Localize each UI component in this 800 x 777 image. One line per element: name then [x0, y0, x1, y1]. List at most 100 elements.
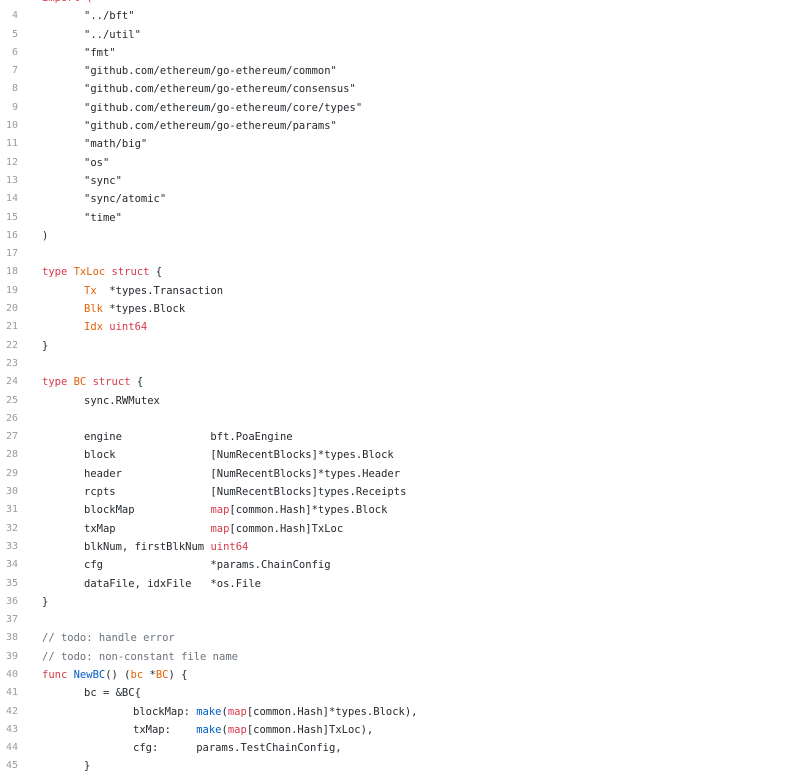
- code-line[interactable]: 43 txMap: make(map[common.Hash]TxLoc),: [0, 721, 800, 739]
- code-token: "github.com/ethereum/go-ethereum/params": [84, 120, 337, 133]
- code-line[interactable]: 28 block [NumRecentBlocks]*types.Block: [0, 446, 800, 464]
- code-token: struct: [86, 376, 131, 389]
- code-text: Tx *types.Transaction: [42, 282, 800, 300]
- code-token: () (: [105, 668, 131, 681]
- code-line[interactable]: 34 cfg *params.ChainConfig: [0, 556, 800, 574]
- line-number: 43: [5, 723, 18, 735]
- code-line[interactable]: 23: [0, 355, 800, 373]
- code-text: cfg: params.TestChainConfig,: [42, 739, 800, 757]
- line-number: 29: [5, 467, 18, 479]
- code-token: [common.Hash]TxLoc: [229, 522, 344, 535]
- code-line[interactable]: 20 Blk *types.Block: [0, 300, 800, 318]
- code-line[interactable]: 18 type TxLoc struct {: [0, 263, 800, 281]
- code-line[interactable]: 30 rcpts [NumRecentBlocks]types.Receipts: [0, 483, 800, 501]
- line-number: 27: [5, 431, 18, 443]
- code-line[interactable]: 31 blockMap map[common.Hash]*types.Block: [0, 501, 800, 519]
- line-number: 42: [5, 705, 18, 717]
- code-token: *types.Block: [102, 303, 186, 316]
- code-line[interactable]: 41 bc = &BC{: [0, 684, 800, 702]
- line-number: 19: [5, 284, 18, 296]
- line-number: 40: [5, 668, 18, 680]
- line-number: 31: [5, 504, 18, 516]
- code-line[interactable]: 33 blkNum, firstBlkNum uint64: [0, 538, 800, 556]
- code-text: ): [42, 227, 800, 245]
- code-token: // todo: non-constant file name: [42, 650, 238, 663]
- code-line[interactable]: 29 header [NumRecentBlocks]*types.Header: [0, 465, 800, 483]
- code-text: func NewBC() (bc *BC) {: [42, 666, 800, 684]
- code-line[interactable]: 25 sync.RWMutex: [0, 392, 800, 410]
- code-token: "../util": [84, 28, 141, 41]
- code-token: *: [143, 668, 156, 681]
- code-line[interactable]: 32 txMap map[common.Hash]TxLoc: [0, 520, 800, 538]
- code-token: BC: [155, 668, 169, 681]
- code-line[interactable]: 44 cfg: params.TestChainConfig,: [0, 739, 800, 757]
- code-line[interactable]: 10 "github.com/ethereum/go-ethereum/param…: [0, 117, 800, 135]
- code-text: // todo: non-constant file name: [42, 648, 800, 666]
- line-number: 18: [5, 266, 18, 278]
- code-line[interactable]: 22}: [0, 337, 800, 355]
- line-number: 34: [5, 559, 18, 571]
- line-number: 11: [5, 138, 18, 150]
- code-token: "sync/atomic": [84, 193, 167, 206]
- code-line[interactable]: 42 blockMap: make(map[common.Hash]*types.…: [0, 703, 800, 721]
- line-number: 33: [5, 540, 18, 552]
- code-line[interactable]: 3 import (: [0, 0, 800, 7]
- code-line[interactable]: 4 "../bft": [0, 7, 800, 25]
- line-number: 45: [5, 760, 18, 772]
- line-number: 7: [11, 65, 18, 77]
- code-line[interactable]: 35 dataFile, idxFile *os.File: [0, 575, 800, 593]
- code-line[interactable]: 13 "sync": [0, 172, 800, 190]
- code-token: engine bft.PoaEngine: [84, 431, 293, 444]
- code-line[interactable]: 14 "sync/atomic": [0, 190, 800, 208]
- code-line[interactable]: 12 "os": [0, 154, 800, 172]
- code-line[interactable]: 38 // todo: handle error: [0, 629, 800, 647]
- code-text: "os": [42, 154, 800, 172]
- code-text: "github.com/ethereum/go-ethereum/common": [42, 62, 800, 80]
- line-number: 15: [5, 211, 18, 223]
- code-line[interactable]: 15 "time": [0, 209, 800, 227]
- code-line[interactable]: 6 "fmt": [0, 44, 800, 62]
- code-token: txMap:: [133, 723, 197, 736]
- code-token: "fmt": [84, 46, 116, 59]
- code-view[interactable]: 3 import (4 "../bft" 5 "../util" 6 "fmt" 7 "gith…: [0, 0, 800, 776]
- code-text: blockMap: make(map[common.Hash]*types.Bl…: [42, 703, 800, 721]
- code-line[interactable]: 21 Idx uint64: [0, 318, 800, 336]
- line-number: 8: [11, 83, 18, 95]
- code-line[interactable]: 19 Tx *types.Transaction: [0, 282, 800, 300]
- code-token: ): [42, 229, 49, 242]
- code-line[interactable]: 9 "github.com/ethereum/go-ethereum/core/t…: [0, 99, 800, 117]
- code-token: txMap: [84, 522, 211, 535]
- code-token: map: [210, 522, 230, 535]
- code-line[interactable]: 7 "github.com/ethereum/go-ethereum/common…: [0, 62, 800, 80]
- code-text: "github.com/ethereum/go-ethereum/core/ty…: [42, 99, 800, 117]
- code-text: "time": [42, 209, 800, 227]
- code-line[interactable]: 39 // todo: non-constant file name: [0, 648, 800, 666]
- code-line[interactable]: 11 "math/big": [0, 135, 800, 153]
- code-line[interactable]: 16): [0, 227, 800, 245]
- line-number: 9: [11, 101, 18, 113]
- code-token: header [NumRecentBlocks]*types.Header: [84, 467, 401, 480]
- line-number: 37: [5, 614, 18, 626]
- code-token: {: [130, 376, 144, 389]
- code-line[interactable]: 36}: [0, 593, 800, 611]
- code-line[interactable]: 8 "github.com/ethereum/go-ethereum/consen…: [0, 80, 800, 98]
- line-number: 24: [5, 376, 18, 388]
- code-line[interactable]: 27 engine bft.PoaEngine: [0, 428, 800, 446]
- code-token: block [NumRecentBlocks]*types.Block: [84, 449, 394, 462]
- code-line[interactable]: 26: [0, 410, 800, 428]
- line-number: 30: [5, 486, 18, 498]
- line-number: 4: [11, 10, 18, 22]
- code-line[interactable]: 40 func NewBC() (bc *BC) {: [0, 666, 800, 684]
- code-line[interactable]: 37: [0, 611, 800, 629]
- line-number: 10: [5, 120, 18, 132]
- code-line[interactable]: 5 "../util": [0, 26, 800, 44]
- code-text: Idx uint64: [42, 318, 800, 336]
- code-text: header [NumRecentBlocks]*types.Header: [42, 465, 800, 483]
- code-token: make: [196, 723, 222, 736]
- code-line[interactable]: 24 type BC struct {: [0, 373, 800, 391]
- code-token: map: [227, 723, 247, 736]
- code-line[interactable]: 45}: [0, 757, 800, 775]
- code-line[interactable]: 17: [0, 245, 800, 263]
